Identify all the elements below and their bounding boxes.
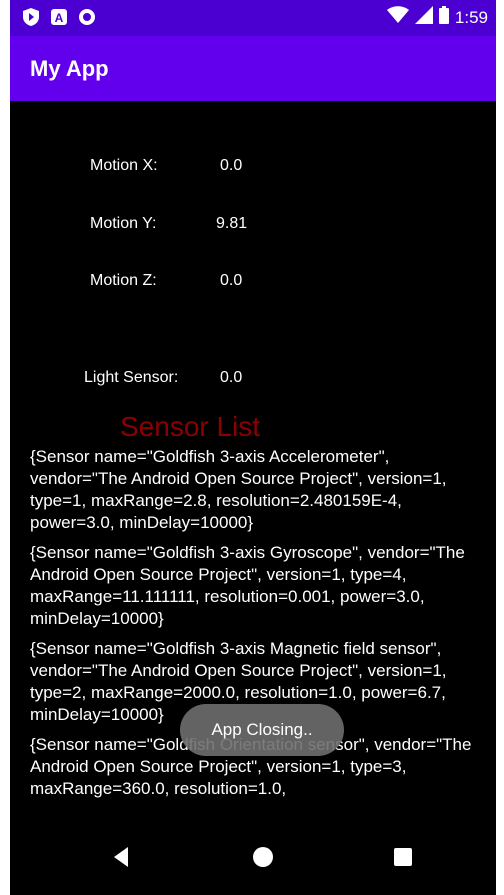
svg-text:A: A (55, 11, 64, 25)
light-sensor-value: 0.0 (220, 369, 243, 386)
motion-x-label: Motion X: (90, 157, 158, 174)
sensor-item: {Sensor name="Goldfish 3-axis Gyroscope"… (30, 543, 465, 628)
sensor-list-title: Sensor List (120, 411, 261, 442)
status-left-icons: A (22, 8, 96, 26)
light-sensor-label: Light Sensor: (84, 369, 179, 386)
battery-icon (438, 6, 449, 29)
motion-y-value: 9.81 (216, 215, 248, 232)
status-time: 1:59 (454, 7, 488, 27)
back-icon[interactable] (112, 845, 136, 869)
wifi-icon (386, 6, 409, 29)
device-screen: A 1:59 My App Motion X: 0.0 Motion Y: 9.… (10, 0, 496, 895)
navigation-bar (10, 821, 496, 895)
a-icon: A (50, 8, 68, 26)
motion-y-label: Motion Y: (90, 215, 157, 232)
signal-icon (414, 6, 433, 29)
sensor-item: {Sensor name="Goldfish 3-axis Accelerome… (30, 447, 447, 532)
motion-z-value: 0.0 (220, 272, 243, 289)
motion-x-value: 0.0 (220, 157, 243, 174)
circle-icon (78, 8, 96, 26)
recents-icon[interactable] (391, 845, 415, 869)
app-title: My App (30, 56, 109, 81)
app-bar: My App (10, 36, 496, 101)
home-icon[interactable] (251, 845, 275, 869)
status-right-icons: 1:59 (386, 6, 488, 29)
play-protect-icon (22, 8, 40, 26)
status-bar: A 1:59 (10, 0, 496, 36)
toast-message: App Closing.. (180, 704, 344, 756)
motion-z-label: Motion Z: (90, 272, 157, 289)
